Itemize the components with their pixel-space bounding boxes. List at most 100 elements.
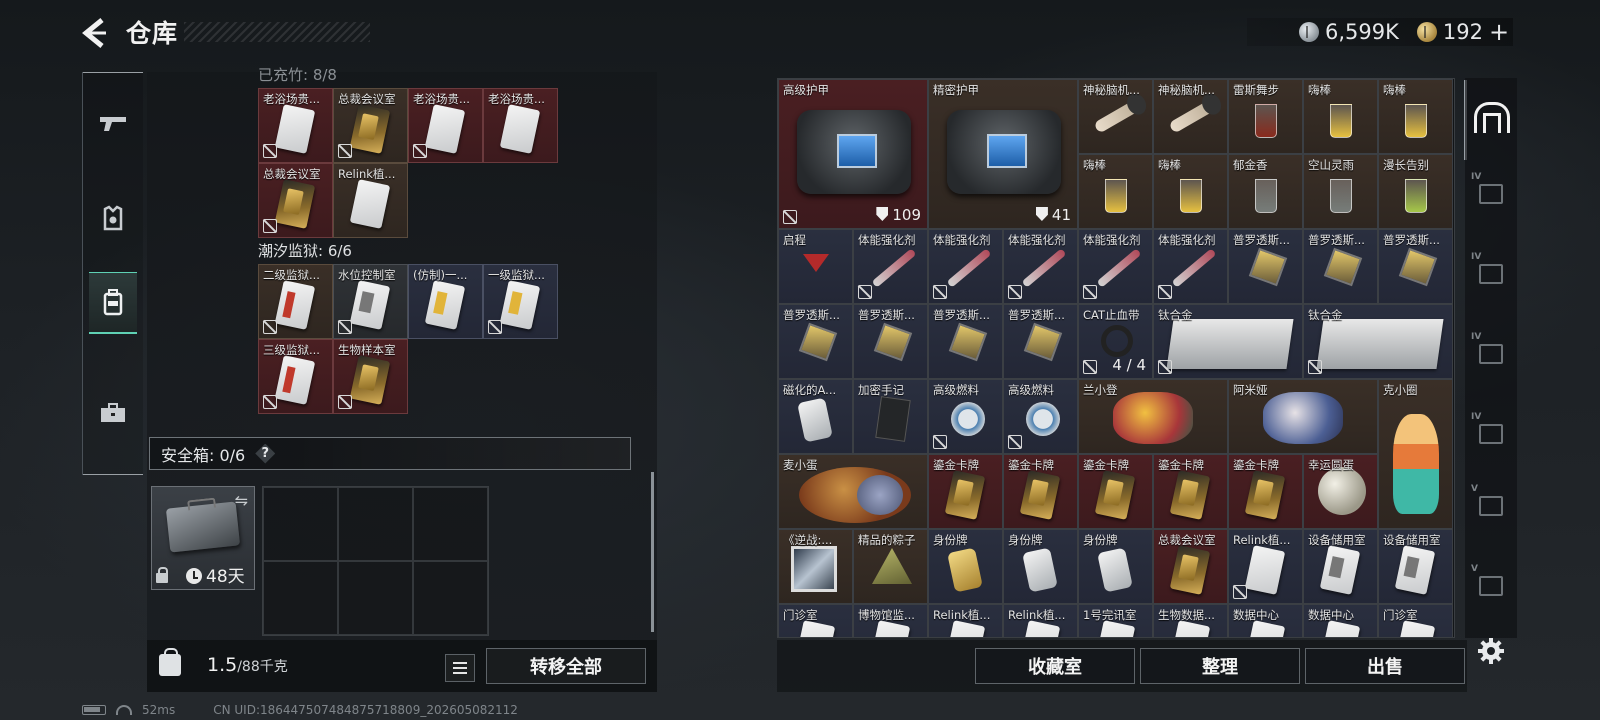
organize-button[interactable]: 整理	[1140, 648, 1300, 684]
nav-backpack[interactable]	[89, 272, 137, 334]
inventory-item[interactable]: 鎏金卡牌	[1003, 454, 1078, 529]
help-icon[interactable]: ?	[255, 443, 276, 464]
inventory-item[interactable]: 总裁会议室	[1153, 529, 1228, 604]
safe-slot[interactable]	[263, 487, 338, 561]
inventory-item[interactable]: 鎏金卡牌	[928, 454, 1003, 529]
inventory-item[interactable]: 普罗透斯...	[1003, 304, 1078, 379]
warehouse-tab-6[interactable]: V	[1471, 564, 1509, 604]
inventory-item[interactable]: 普罗透斯...	[928, 304, 1003, 379]
inventory-item[interactable]: 郁金香	[1228, 154, 1303, 229]
safe-slot[interactable]	[263, 561, 338, 635]
inventory-item[interactable]: 总裁会议室	[333, 88, 408, 163]
inventory-item[interactable]: 加密手记	[853, 379, 928, 454]
collection-room-button[interactable]: 收藏室	[975, 648, 1135, 684]
inventory-item[interactable]: 身份牌	[1078, 529, 1153, 604]
list-view-button[interactable]	[445, 654, 475, 682]
inventory-item[interactable]: 雷斯舞步	[1228, 79, 1303, 154]
inventory-item[interactable]: 启程	[778, 229, 853, 304]
inventory-item[interactable]: Relink植...	[1003, 604, 1078, 637]
inventory-item[interactable]: 钛合金	[1153, 304, 1303, 379]
inventory-item[interactable]: Relink植...	[333, 163, 408, 238]
inventory-item[interactable]: 普罗透斯...	[778, 304, 853, 379]
transfer-all-button[interactable]: 转移全部	[486, 648, 646, 684]
inventory-item[interactable]: 老浴场贵...	[408, 88, 483, 163]
inventory-item[interactable]: Relink植...	[928, 604, 1003, 637]
swap-icon[interactable]: ⇋	[235, 491, 248, 510]
add-currency-button[interactable]: +	[1489, 18, 1509, 46]
inventory-item[interactable]: 漫长告别	[1378, 154, 1453, 229]
inventory-item[interactable]: 《逆战:...	[778, 529, 853, 604]
inventory-item[interactable]: 体能强化剂	[928, 229, 1003, 304]
inventory-item[interactable]: 二级监狱...	[258, 264, 333, 339]
inventory-item[interactable]: 高级护甲 109	[778, 79, 928, 229]
inventory-item[interactable]: 普罗透斯...	[1378, 229, 1453, 304]
inventory-item[interactable]: 克小圈	[1378, 379, 1453, 529]
inventory-item[interactable]: 博物馆监...	[853, 604, 928, 637]
inventory-item[interactable]: 体能强化剂	[1003, 229, 1078, 304]
inventory-item[interactable]: 体能强化剂	[853, 229, 928, 304]
inventory-item[interactable]: 数据中心	[1228, 604, 1303, 637]
settings-gear-icon[interactable]	[1477, 637, 1505, 665]
back-arrow-icon[interactable]	[80, 16, 110, 50]
inventory-item[interactable]: 普罗透斯...	[1228, 229, 1303, 304]
inventory-item[interactable]: 普罗透斯...	[853, 304, 928, 379]
nav-toolbox[interactable]	[89, 382, 137, 444]
inventory-item[interactable]: 老浴场贵...	[483, 88, 558, 163]
inventory-item[interactable]: 体能强化剂	[1153, 229, 1228, 304]
inventory-item[interactable]: 体能强化剂	[1078, 229, 1153, 304]
warehouse-home-icon[interactable]	[1472, 100, 1510, 133]
inventory-item[interactable]: 钛合金	[1303, 304, 1453, 379]
inventory-item[interactable]: CAT止血带 4 / 4	[1078, 304, 1153, 379]
inventory-item[interactable]: 一级监狱...	[483, 264, 558, 339]
inventory-item[interactable]: 高级燃料	[928, 379, 1003, 454]
inventory-item[interactable]: Relink植...	[1228, 529, 1303, 604]
inventory-item[interactable]: 鎏金卡牌	[1153, 454, 1228, 529]
inventory-item[interactable]: 阿米娅	[1228, 379, 1378, 454]
inventory-item[interactable]: 幸运圆蛋	[1303, 454, 1378, 529]
warehouse-tab-2[interactable]: IV	[1471, 252, 1509, 292]
inventory-item[interactable]: 1号完讯室	[1078, 604, 1153, 637]
inventory-item[interactable]: 嗨棒	[1153, 154, 1228, 229]
inventory-item[interactable]: 嗨棒	[1303, 79, 1378, 154]
left-scrollbar[interactable]	[651, 472, 654, 632]
inventory-item[interactable]: 普罗透斯...	[1303, 229, 1378, 304]
inventory-item[interactable]: 总裁会议室	[258, 163, 333, 238]
inventory-item[interactable]: 磁化的A...	[778, 379, 853, 454]
inventory-item[interactable]: 生物数据...	[1153, 604, 1228, 637]
inventory-item[interactable]: 精密护甲 41	[928, 79, 1078, 229]
safe-box-item[interactable]: ⇋ 48天	[151, 486, 255, 590]
inventory-item[interactable]: 兰小登	[1078, 379, 1228, 454]
nav-armor[interactable]	[89, 187, 137, 249]
inventory-item[interactable]: 门诊室	[778, 604, 853, 637]
warehouse-tab-3[interactable]: IV	[1471, 332, 1509, 372]
inventory-item[interactable]: 身份牌	[928, 529, 1003, 604]
inventory-item[interactable]: 神秘脑机...	[1153, 79, 1228, 154]
warehouse-tab-5[interactable]: V	[1471, 484, 1509, 524]
safe-slot[interactable]	[338, 487, 413, 561]
warehouse-tab-4[interactable]: IV	[1471, 412, 1509, 452]
sell-button[interactable]: 出售	[1305, 648, 1465, 684]
inventory-item[interactable]: 鎏金卡牌	[1228, 454, 1303, 529]
inventory-item[interactable]: 空山灵雨	[1303, 154, 1378, 229]
inventory-item[interactable]: 老浴场贵...	[258, 88, 333, 163]
inventory-item[interactable]: 精品的粽子	[853, 529, 928, 604]
inventory-item[interactable]: 水位控制室	[333, 264, 408, 339]
inventory-item[interactable]: 门诊室	[1378, 604, 1453, 637]
safe-slot[interactable]	[413, 487, 488, 561]
inventory-item[interactable]: 嗨棒	[1378, 79, 1453, 154]
nav-weapons[interactable]	[89, 92, 137, 154]
inventory-item[interactable]: 嗨棒	[1078, 154, 1153, 229]
inventory-item[interactable]: 生物样本室	[333, 339, 408, 414]
inventory-item[interactable]: 三级监狱...	[258, 339, 333, 414]
safe-slot[interactable]	[338, 561, 413, 635]
warehouse-tab-1[interactable]: IV	[1471, 172, 1509, 212]
inventory-item[interactable]: 神秘脑机...	[1078, 79, 1153, 154]
inventory-item[interactable]: 设备储用室	[1303, 529, 1378, 604]
inventory-item[interactable]: 鎏金卡牌	[1078, 454, 1153, 529]
safe-slot[interactable]	[413, 561, 488, 635]
inventory-item[interactable]: 麦小蛋	[778, 454, 928, 529]
inventory-item[interactable]: (仿制)一...	[408, 264, 483, 339]
inventory-item[interactable]: 数据中心	[1303, 604, 1378, 637]
inventory-item[interactable]: 设备储用室	[1378, 529, 1453, 604]
inventory-item[interactable]: 高级燃料	[1003, 379, 1078, 454]
